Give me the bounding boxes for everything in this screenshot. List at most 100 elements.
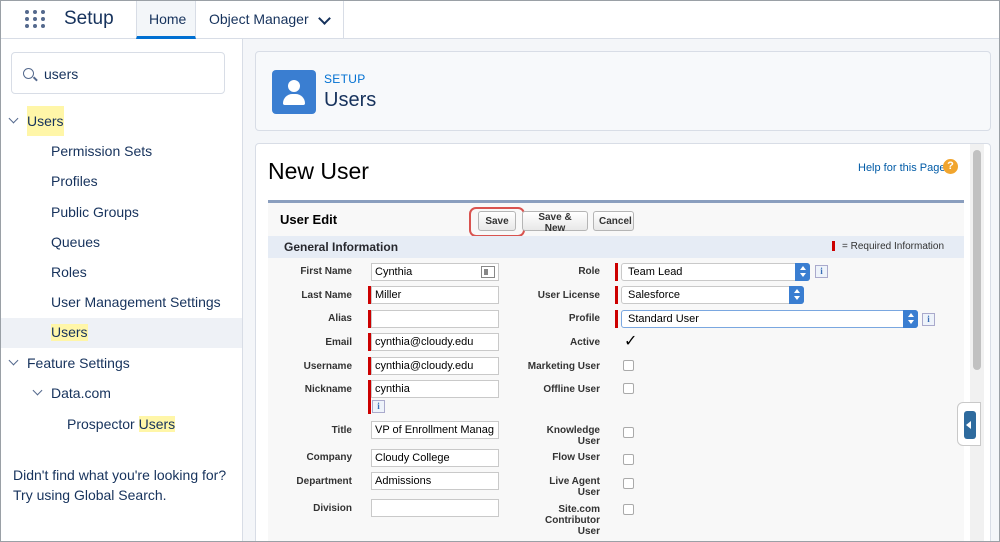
required-marker-icon bbox=[832, 241, 835, 251]
sidebar-item-label: Profiles bbox=[51, 173, 98, 189]
info-icon[interactable]: i bbox=[372, 400, 385, 413]
page-block-header: User Edit Save Save & New Cancel bbox=[268, 200, 964, 237]
title-field[interactable] bbox=[371, 421, 499, 439]
knowledge-user-checkbox[interactable] bbox=[623, 427, 634, 438]
chevron-down-icon[interactable] bbox=[8, 355, 19, 366]
sidebar-item-profiles[interactable]: Profiles bbox=[1, 166, 242, 196]
main-region: SETUP Users New User Help for this Page … bbox=[243, 39, 999, 541]
email-field[interactable] bbox=[371, 333, 499, 351]
field-label: Knowledge User bbox=[508, 425, 600, 447]
required-marker-icon bbox=[615, 286, 618, 304]
page-header: SETUP Users bbox=[255, 51, 991, 131]
tree-node-feature-settings-label: Feature Settings bbox=[27, 355, 130, 371]
section-title: General Information bbox=[284, 240, 399, 254]
required-legend: = Required Information bbox=[842, 241, 945, 252]
field-label-line: Site.com bbox=[558, 504, 600, 515]
user-form: First Name Last Name Alias Email Usernam… bbox=[268, 258, 964, 541]
chevron-down-icon[interactable] bbox=[8, 113, 19, 124]
sidebar-item-permission-sets[interactable]: Permission Sets bbox=[1, 136, 242, 166]
live-agent-user-checkbox[interactable] bbox=[623, 478, 634, 489]
collapse-panel-handle[interactable] bbox=[957, 402, 981, 446]
profile-select[interactable]: Standard User bbox=[621, 310, 918, 328]
sidebar-item-label: Prospector bbox=[67, 416, 139, 432]
sidebar-item-label: Roles bbox=[51, 264, 87, 280]
search-hint: Didn't find what you're looking for? Try… bbox=[13, 465, 226, 505]
info-icon[interactable]: i bbox=[922, 313, 935, 326]
user-license-select-value: Salesforce bbox=[628, 289, 680, 301]
tab-object-manager[interactable]: Object Manager bbox=[197, 1, 344, 38]
field-label-line: Knowledge bbox=[546, 425, 600, 436]
chevron-down-icon[interactable] bbox=[32, 385, 43, 396]
first-name-field[interactable] bbox=[371, 263, 499, 281]
save-button[interactable]: Save bbox=[478, 211, 516, 231]
role-select-value: Team Lead bbox=[628, 266, 683, 278]
field-label: Profile bbox=[568, 313, 600, 324]
nickname-field[interactable] bbox=[371, 380, 499, 398]
sidebar-item-users[interactable]: Users bbox=[1, 318, 242, 348]
active-checkbox[interactable]: ✓ bbox=[624, 331, 637, 351]
quick-find-box[interactable] bbox=[11, 52, 225, 94]
alias-field[interactable] bbox=[371, 310, 499, 328]
field-label: Role bbox=[578, 266, 600, 277]
sidebar-item-user-management-settings[interactable]: User Management Settings bbox=[1, 287, 242, 317]
username-field[interactable] bbox=[371, 357, 499, 375]
flow-user-checkbox[interactable] bbox=[623, 454, 634, 465]
tree-node-datacom[interactable]: Data.com bbox=[1, 378, 242, 408]
field-label-line: Live Agent bbox=[549, 476, 600, 487]
user-license-select[interactable]: Salesforce bbox=[621, 286, 804, 304]
sidebar-item-prospector-users[interactable]: Prospector Users bbox=[1, 409, 242, 439]
sidebar-item-label: User Management Settings bbox=[51, 294, 221, 310]
vertical-scrollbar[interactable] bbox=[970, 144, 984, 541]
main-background: SETUP Users New User Help for this Page … bbox=[243, 39, 999, 541]
save-and-new-button[interactable]: Save & New bbox=[522, 211, 588, 234]
field-label: Email bbox=[325, 337, 352, 348]
sidebar-item-roles[interactable]: Roles bbox=[1, 257, 242, 287]
tab-object-manager-label: Object Manager bbox=[209, 11, 309, 27]
cancel-button[interactable]: Cancel bbox=[593, 211, 634, 231]
sitecom-contributor-user-checkbox[interactable] bbox=[623, 504, 634, 515]
sidebar-item-queues[interactable]: Queues bbox=[1, 227, 242, 257]
field-label-line: User bbox=[577, 526, 600, 537]
division-field[interactable] bbox=[371, 499, 499, 517]
contact-card-icon[interactable] bbox=[481, 266, 495, 278]
field-label: Division bbox=[313, 503, 352, 514]
search-highlight: Users bbox=[138, 416, 176, 432]
sidebar-item-label: Public Groups bbox=[51, 204, 139, 220]
sidebar-item-public-groups[interactable]: Public Groups bbox=[1, 197, 242, 227]
marketing-user-checkbox[interactable] bbox=[623, 360, 634, 371]
department-field[interactable] bbox=[371, 472, 499, 490]
required-marker-icon bbox=[615, 263, 618, 281]
field-label-line: User bbox=[577, 436, 600, 447]
field-label: Alias bbox=[328, 313, 352, 324]
last-name-field[interactable] bbox=[371, 286, 499, 304]
tree-node-users-label: Users bbox=[27, 106, 64, 136]
chevron-down-icon[interactable] bbox=[318, 12, 331, 25]
field-label: Title bbox=[331, 425, 352, 436]
required-marker-icon bbox=[615, 310, 618, 328]
select-arrow-icon bbox=[789, 286, 804, 304]
sidebar-item-label: Queues bbox=[51, 234, 101, 250]
field-label: Flow User bbox=[552, 452, 600, 463]
field-label: Site.com Contributor User bbox=[508, 504, 600, 537]
profile-select-value: Standard User bbox=[628, 313, 699, 325]
help-icon[interactable]: ? bbox=[943, 159, 958, 174]
field-label: Department bbox=[296, 476, 352, 487]
tab-home[interactable]: Home bbox=[136, 1, 196, 39]
app-title: Setup bbox=[64, 8, 114, 29]
field-label: Nickname bbox=[304, 384, 352, 395]
scrollbar-thumb[interactable] bbox=[973, 150, 981, 370]
classic-page-frame: New User Help for this Page ? User Edit … bbox=[255, 143, 991, 541]
search-hint-line: Try using Global Search. bbox=[13, 487, 167, 503]
tree-node-users[interactable]: Users bbox=[1, 106, 242, 136]
tree-node-feature-settings[interactable]: Feature Settings bbox=[1, 348, 242, 378]
app-window: Setup Home Object Manager Users Permissi… bbox=[0, 0, 1000, 542]
role-select[interactable]: Team Lead bbox=[621, 263, 810, 281]
quick-find-input[interactable] bbox=[44, 63, 214, 85]
offline-user-checkbox[interactable] bbox=[623, 383, 634, 394]
app-launcher-icon[interactable] bbox=[25, 10, 47, 30]
global-header: Setup Home Object Manager bbox=[1, 1, 999, 39]
field-label-line: User bbox=[577, 487, 600, 498]
company-field[interactable] bbox=[371, 449, 499, 467]
info-icon[interactable]: i bbox=[815, 265, 828, 278]
help-link[interactable]: Help for this Page bbox=[858, 162, 945, 174]
